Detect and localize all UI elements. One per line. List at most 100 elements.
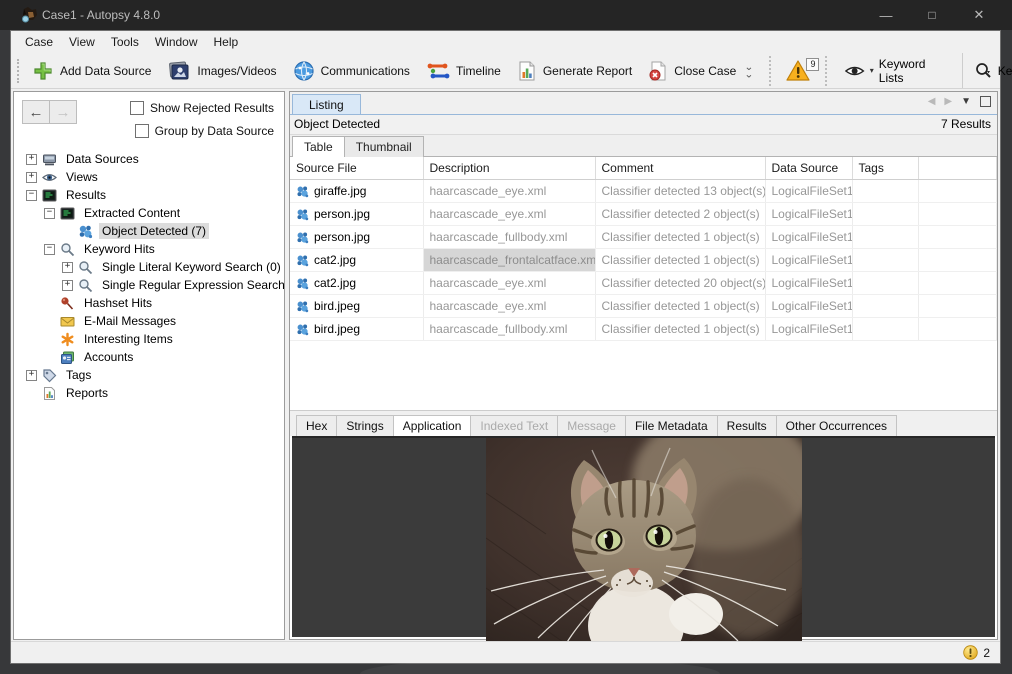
menu-window[interactable]: Window <box>147 33 206 51</box>
tab-table[interactable]: Table <box>292 136 345 157</box>
menu-help[interactable]: Help <box>206 33 247 51</box>
maximize-pane-icon[interactable] <box>980 96 991 107</box>
tab-thumbnail[interactable]: Thumbnail <box>344 136 424 157</box>
back-button[interactable]: ← <box>22 100 50 124</box>
tree-item-interesting-items[interactable]: Interesting Items <box>14 330 284 348</box>
tab-file-metadata[interactable]: File Metadata <box>625 415 718 436</box>
cell-data-source: LogicalFileSet1 <box>765 272 852 295</box>
collapse-icon[interactable]: − <box>44 244 55 255</box>
checkbox-icon[interactable] <box>130 101 144 115</box>
tree-item-accounts[interactable]: Accounts <box>14 348 284 366</box>
table-row[interactable]: giraffe.jpg haarcascade_eye.xml Classifi… <box>290 180 997 203</box>
close-case-icon <box>648 60 668 82</box>
table-row[interactable]: person.jpg haarcascade_fullbody.xml Clas… <box>290 226 997 249</box>
maximize-button[interactable]: □ <box>910 0 954 30</box>
notification-area[interactable]: 2 <box>963 645 990 660</box>
tree-item-keyword-hits[interactable]: − Keyword Hits <box>14 240 284 258</box>
table-row[interactable]: bird.jpeg haarcascade_eye.xml Classifier… <box>290 295 997 318</box>
collapse-icon[interactable]: − <box>26 190 37 201</box>
table-row[interactable]: bird.jpeg haarcascade_fullbody.xml Class… <box>290 318 997 341</box>
asterisk-icon <box>60 332 75 347</box>
tab-application[interactable]: Application <box>393 415 472 436</box>
keyword-search-icon <box>60 242 75 257</box>
result-count: 7 Results <box>941 117 991 131</box>
prev-tab-icon[interactable]: ◀ <box>928 96 936 107</box>
tree-item-extracted-content[interactable]: − Extracted Content <box>14 204 284 222</box>
expand-icon[interactable]: + <box>62 262 73 273</box>
column-comment[interactable]: Comment <box>595 157 765 180</box>
timeline-label: Timeline <box>456 64 501 78</box>
column-description[interactable]: Description <box>423 157 595 180</box>
cell-comment: Classifier detected 1 object(s) <box>595 226 765 249</box>
tree-item-tags[interactable]: + Tags <box>14 366 284 384</box>
listing-title: Object Detected <box>294 117 380 131</box>
cell-description: haarcascade_eye.xml <box>423 272 595 295</box>
expand-icon[interactable]: + <box>26 172 37 183</box>
cell-comment: Classifier detected 1 object(s) <box>595 318 765 341</box>
add-data-source-button[interactable]: Add Data Source <box>24 57 159 85</box>
checkbox-icon[interactable] <box>135 124 149 138</box>
cell-data-source: LogicalFileSet1 <box>765 203 852 226</box>
images-videos-button[interactable]: Images/Videos <box>159 57 284 85</box>
expand-icon[interactable]: + <box>26 154 37 165</box>
menu-tools[interactable]: Tools <box>103 33 147 51</box>
chevron-down-icon[interactable]: ⌄⌄ <box>744 63 751 77</box>
tab-strings[interactable]: Strings <box>336 415 393 436</box>
tree-item-data-sources[interactable]: + Data Sources <box>14 150 284 168</box>
close-button[interactable]: ✕ <box>957 0 1001 30</box>
tab-hex[interactable]: Hex <box>296 415 337 436</box>
tree-item-object-detected[interactable]: Object Detected (7) <box>14 222 284 240</box>
keyword-search-button[interactable]: Keyword Search <box>962 53 1012 88</box>
menu-view[interactable]: View <box>61 33 103 51</box>
communications-button[interactable]: Communications <box>285 57 418 85</box>
table-row[interactable]: person.jpg haarcascade_eye.xml Classifie… <box>290 203 997 226</box>
tree-item-hashset-hits[interactable]: Hashset Hits <box>14 294 284 312</box>
cell-comment: Classifier detected 20 object(s) <box>595 272 765 295</box>
cell-tags <box>852 249 918 272</box>
close-case-button[interactable]: Close Case ⌄⌄ <box>640 57 759 85</box>
warning-count-badge: 9 <box>806 58 819 71</box>
table-row[interactable]: cat2.jpg haarcascade_eye.xml Classifier … <box>290 272 997 295</box>
tab-results[interactable]: Results <box>717 415 777 436</box>
menu-case[interactable]: Case <box>17 33 61 51</box>
expand-icon[interactable]: + <box>26 370 37 381</box>
generate-report-button[interactable]: Generate Report <box>509 57 640 85</box>
listing-header: Object Detected 7 Results <box>290 115 997 135</box>
cell-comment: Classifier detected 13 object(s) <box>595 180 765 203</box>
cell-description: haarcascade_fullbody.xml <box>423 226 595 249</box>
forward-button[interactable]: → <box>50 100 77 124</box>
keyword-lists-eye-icon <box>845 64 864 78</box>
cell-comment: Classifier detected 2 object(s) <box>595 203 765 226</box>
minimize-button[interactable]: — <box>864 0 908 30</box>
column-source-file[interactable]: Source File <box>290 157 423 180</box>
next-tab-icon[interactable]: ▶ <box>944 96 952 107</box>
communications-label: Communications <box>321 64 410 78</box>
tree-item-single-regular-expression-search[interactable]: + Single Regular Expression Search (0) <box>14 276 284 294</box>
toolbar-right-group: ▾ Keyword Lists Keyword Search <box>827 53 1012 88</box>
tree-item-reports[interactable]: Reports <box>14 384 284 402</box>
tree-item-label: Views <box>63 169 101 185</box>
object-detected-icon <box>296 300 309 313</box>
email-icon <box>60 314 75 329</box>
collapse-icon[interactable]: − <box>44 208 55 219</box>
tab-other-occurrences[interactable]: Other Occurrences <box>776 415 897 436</box>
tab-list-dropdown-icon[interactable]: ▼ <box>961 96 971 107</box>
group-by-data-source-checkbox[interactable]: Group by Data Source <box>135 124 274 138</box>
tree-item-label: E-Mail Messages <box>81 313 179 329</box>
keyword-lists-button[interactable]: ▾ Keyword Lists <box>827 57 962 85</box>
tree-item-views[interactable]: + Views <box>14 168 284 186</box>
tree-item-email-messages[interactable]: E-Mail Messages <box>14 312 284 330</box>
column-tags[interactable]: Tags <box>852 157 918 180</box>
ingest-warning-button[interactable]: 9 <box>769 56 827 86</box>
tree-item-results[interactable]: − Results <box>14 186 284 204</box>
autopsy-logo-icon <box>20 6 40 24</box>
table-row-selected[interactable]: cat2.jpg haarcascade_frontalcatface.xml … <box>290 249 997 272</box>
tree-item-label: Single Literal Keyword Search (0) <box>99 259 284 275</box>
tab-listing[interactable]: Listing <box>292 94 361 114</box>
tree-item-single-literal-keyword-search[interactable]: + Single Literal Keyword Search (0) <box>14 258 284 276</box>
timeline-button[interactable]: Timeline <box>418 57 509 85</box>
show-rejected-results-checkbox[interactable]: Show Rejected Results <box>130 101 274 115</box>
expand-icon[interactable]: + <box>62 280 73 291</box>
column-data-source[interactable]: Data Source <box>765 157 852 180</box>
report-page-icon <box>42 386 57 401</box>
